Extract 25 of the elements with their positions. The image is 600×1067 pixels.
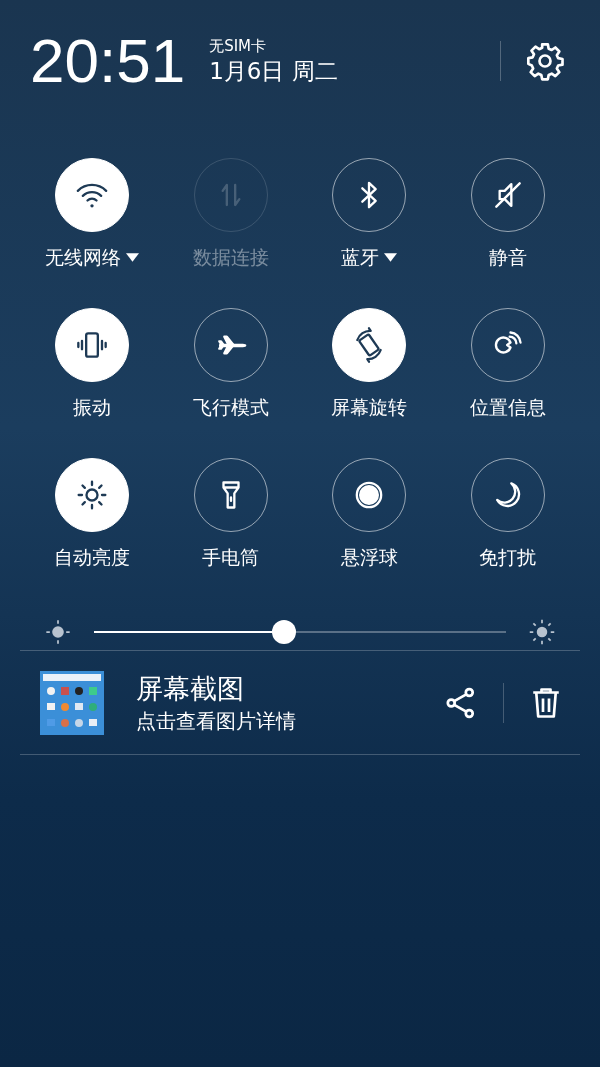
toggle-label: 位置信息: [469, 395, 546, 420]
notification-text: 点击查看图片详情: [136, 707, 297, 735]
toggle-label: 屏幕旋转: [331, 395, 408, 420]
toggle-label: 静音: [488, 245, 527, 270]
caret-icon[interactable]: [384, 252, 398, 262]
date-text: 1月6日 周二: [209, 57, 338, 86]
settings-icon[interactable]: [525, 41, 565, 81]
notification-title: 屏幕截图: [136, 671, 245, 706]
toggle-label: 悬浮球: [340, 545, 398, 570]
toggle-label: 数据连接: [192, 245, 269, 270]
toggle-label: 免打扰: [479, 545, 537, 570]
sim-status: 无SIM卡: [209, 36, 268, 56]
caret-icon[interactable]: [126, 252, 140, 262]
dim-sun-icon: [44, 618, 72, 646]
toggle-label: 无线网络: [45, 245, 122, 270]
slider-thumb[interactable]: [271, 620, 296, 644]
clock-time: 20:51: [30, 30, 186, 92]
bright-sun-icon: [528, 618, 556, 646]
brightness-slider[interactable]: [94, 620, 506, 644]
toggle-label: 振动: [73, 395, 112, 420]
screenshot-notification[interactable]: 屏幕截图 点击查看图片详情: [0, 651, 600, 754]
toggle-label: 飞行模式: [192, 395, 269, 420]
toggle-label: 蓝牙: [341, 245, 380, 270]
toggle-label: 手电筒: [202, 545, 260, 570]
toggle-label: 自动亮度: [54, 545, 131, 570]
